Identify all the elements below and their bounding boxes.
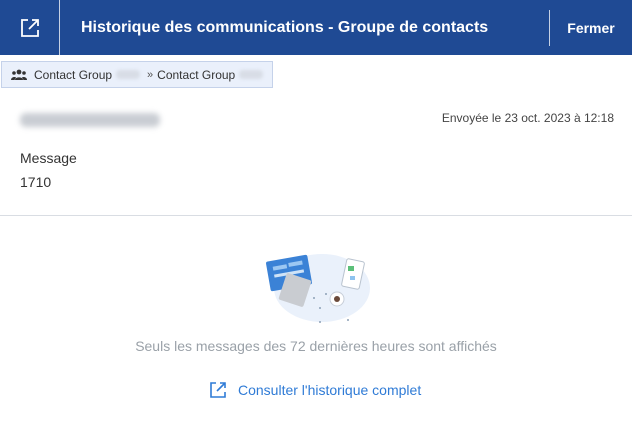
header-bar: Historique des communications - Groupe d… (0, 0, 632, 55)
breadcrumb-item[interactable]: Contact Group (34, 68, 112, 82)
close-button[interactable]: Fermer (550, 20, 632, 36)
message-label: Message (20, 150, 77, 166)
view-full-history-label: Consulter l'historique complet (238, 382, 422, 398)
redacted-sender (20, 113, 160, 127)
info-text: Seuls les messages des 72 dernières heur… (135, 338, 497, 354)
redacted-text (239, 70, 264, 79)
breadcrumb-item[interactable]: Contact Group (157, 68, 235, 82)
sent-timestamp: Envoyée le 23 oct. 2023 à 12:18 (441, 111, 614, 125)
page-title: Historique des communications - Groupe d… (81, 18, 489, 36)
breadcrumb: Contact Group » Contact Group (1, 61, 274, 88)
divider (0, 215, 632, 216)
message-value: 1710 (20, 174, 52, 190)
view-full-history-link[interactable]: Consulter l'historique complet (208, 380, 421, 400)
empty-state-illustration (262, 246, 372, 326)
external-link-icon[interactable] (0, 0, 60, 55)
redacted-text (116, 70, 141, 79)
group-icon (11, 69, 27, 81)
external-link-icon (208, 380, 228, 400)
breadcrumb-separator: » (147, 68, 154, 81)
